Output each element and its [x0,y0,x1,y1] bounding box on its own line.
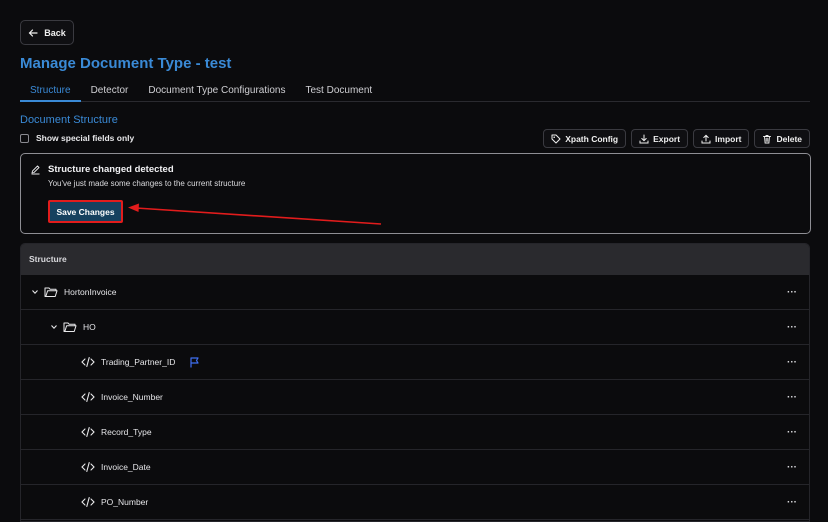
notice-title: Structure changed detected [48,164,174,175]
export-button[interactable]: Export [631,129,689,148]
structure-table: Structure HortonInvoice ··· HO ··· Tradi… [20,243,810,522]
tab-structure[interactable]: Structure [20,83,81,102]
tree-row-label: Invoice_Date [101,462,151,472]
flag-icon[interactable] [189,356,200,368]
trash-icon [763,134,772,143]
delete-label: Delete [776,133,802,144]
delete-button[interactable]: Delete [754,129,810,148]
chevron-down-icon[interactable] [50,323,58,331]
tab-test-document[interactable]: Test Document [296,83,383,102]
special-fields-toggle[interactable]: Show special fields only [20,133,134,143]
save-changes-button[interactable]: Save Changes [48,200,123,223]
tree-row-label: Record_Type [101,427,152,437]
back-button[interactable]: Back [20,20,74,45]
arrow-left-icon [28,28,38,37]
code-icon [81,461,95,473]
tree-row-label: HO [83,322,96,332]
table-header: Structure [21,244,809,275]
more-options-icon[interactable]: ··· [787,392,797,403]
xpath-config-label: Xpath Config [565,133,619,144]
tab-detector[interactable]: Detector [81,83,139,102]
tree-row[interactable]: Invoice_Date ··· [21,450,809,485]
toolbar: Xpath Config Export Import Delete [543,129,810,148]
special-fields-checkbox[interactable] [20,133,29,143]
notice-subtitle: You've just made some changes to the cur… [48,179,246,188]
more-options-icon[interactable]: ··· [787,357,797,368]
tree-row[interactable]: Trading_Partner_ID ··· [21,345,809,380]
pencil-icon [31,165,40,175]
tree-row[interactable]: PO_Number ··· [21,485,809,520]
tree-row[interactable]: Invoice_Number ··· [21,380,809,415]
code-icon [81,426,95,438]
code-icon [81,496,95,508]
more-options-icon[interactable]: ··· [787,322,797,333]
section-title: Document Structure [20,114,118,126]
import-button[interactable]: Import [693,129,750,148]
folder-open-icon [63,322,77,332]
more-options-icon[interactable]: ··· [787,462,797,473]
xpath-config-button[interactable]: Xpath Config [543,129,627,148]
more-options-icon[interactable]: ··· [787,497,797,508]
structure-changed-notice: Structure changed detected You've just m… [20,153,811,234]
tree-row-label: Trading_Partner_ID [101,357,176,367]
more-options-icon[interactable]: ··· [787,287,797,298]
page-title: Manage Document Type - test [20,55,232,72]
export-label: Export [653,133,681,144]
code-icon [81,356,95,368]
chevron-down-icon[interactable] [31,288,39,296]
back-label: Back [44,27,66,38]
tab-bar: Structure Detector Document Type Configu… [20,83,810,102]
tree-row-label: Invoice_Number [101,392,163,402]
tree-row[interactable]: Record_Type ··· [21,415,809,450]
tree-row[interactable]: HortonInvoice ··· [21,275,809,310]
download-icon [639,134,649,143]
more-options-icon[interactable]: ··· [787,427,797,438]
tab-document-type-configurations[interactable]: Document Type Configurations [138,83,295,102]
tag-icon [551,134,561,143]
tree-row[interactable]: HO ··· [21,310,809,345]
tree-row-label: PO_Number [101,497,149,507]
tree-row-label: HortonInvoice [64,287,117,297]
code-icon [81,391,95,403]
import-label: Import [715,133,742,144]
special-fields-label: Show special fields only [36,133,135,143]
folder-open-icon [44,287,58,297]
upload-icon [701,134,711,143]
